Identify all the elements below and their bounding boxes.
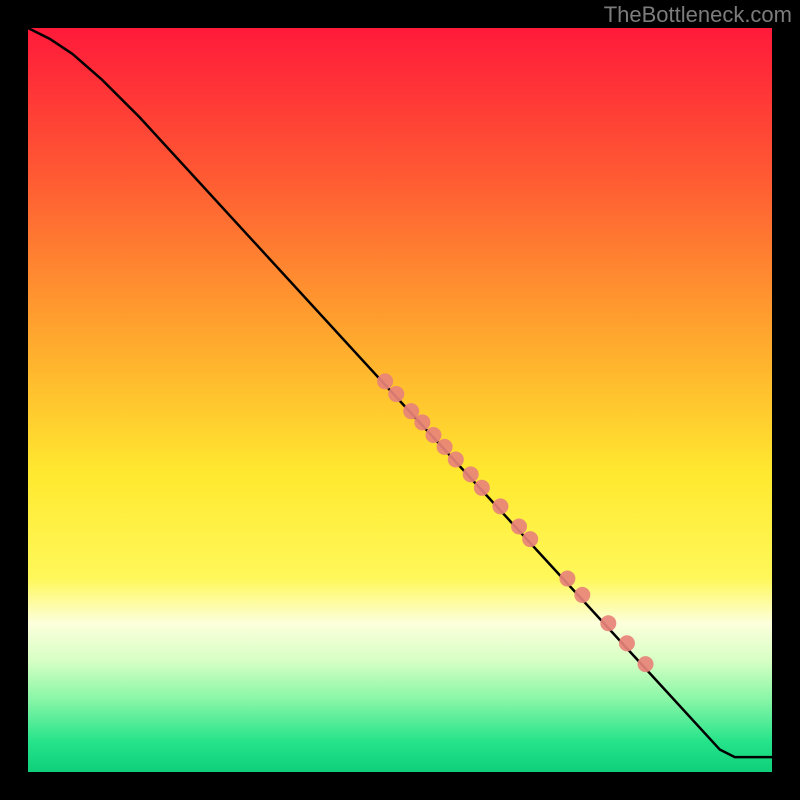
plot-area [28,28,772,772]
data-point [414,414,430,430]
watermark-text: TheBottleneck.com [604,2,792,28]
data-point [492,498,508,514]
data-point [522,531,538,547]
data-point [559,571,575,587]
data-point [448,452,464,468]
data-point [600,615,616,631]
data-point [574,587,590,603]
data-point [437,439,453,455]
chart-svg [28,28,772,772]
data-point [388,386,404,402]
data-point [511,518,527,534]
data-point [619,635,635,651]
data-point [425,427,441,443]
data-point [474,480,490,496]
data-point [377,373,393,389]
chart-frame: TheBottleneck.com [0,0,800,800]
data-point [638,656,654,672]
data-point [463,466,479,482]
